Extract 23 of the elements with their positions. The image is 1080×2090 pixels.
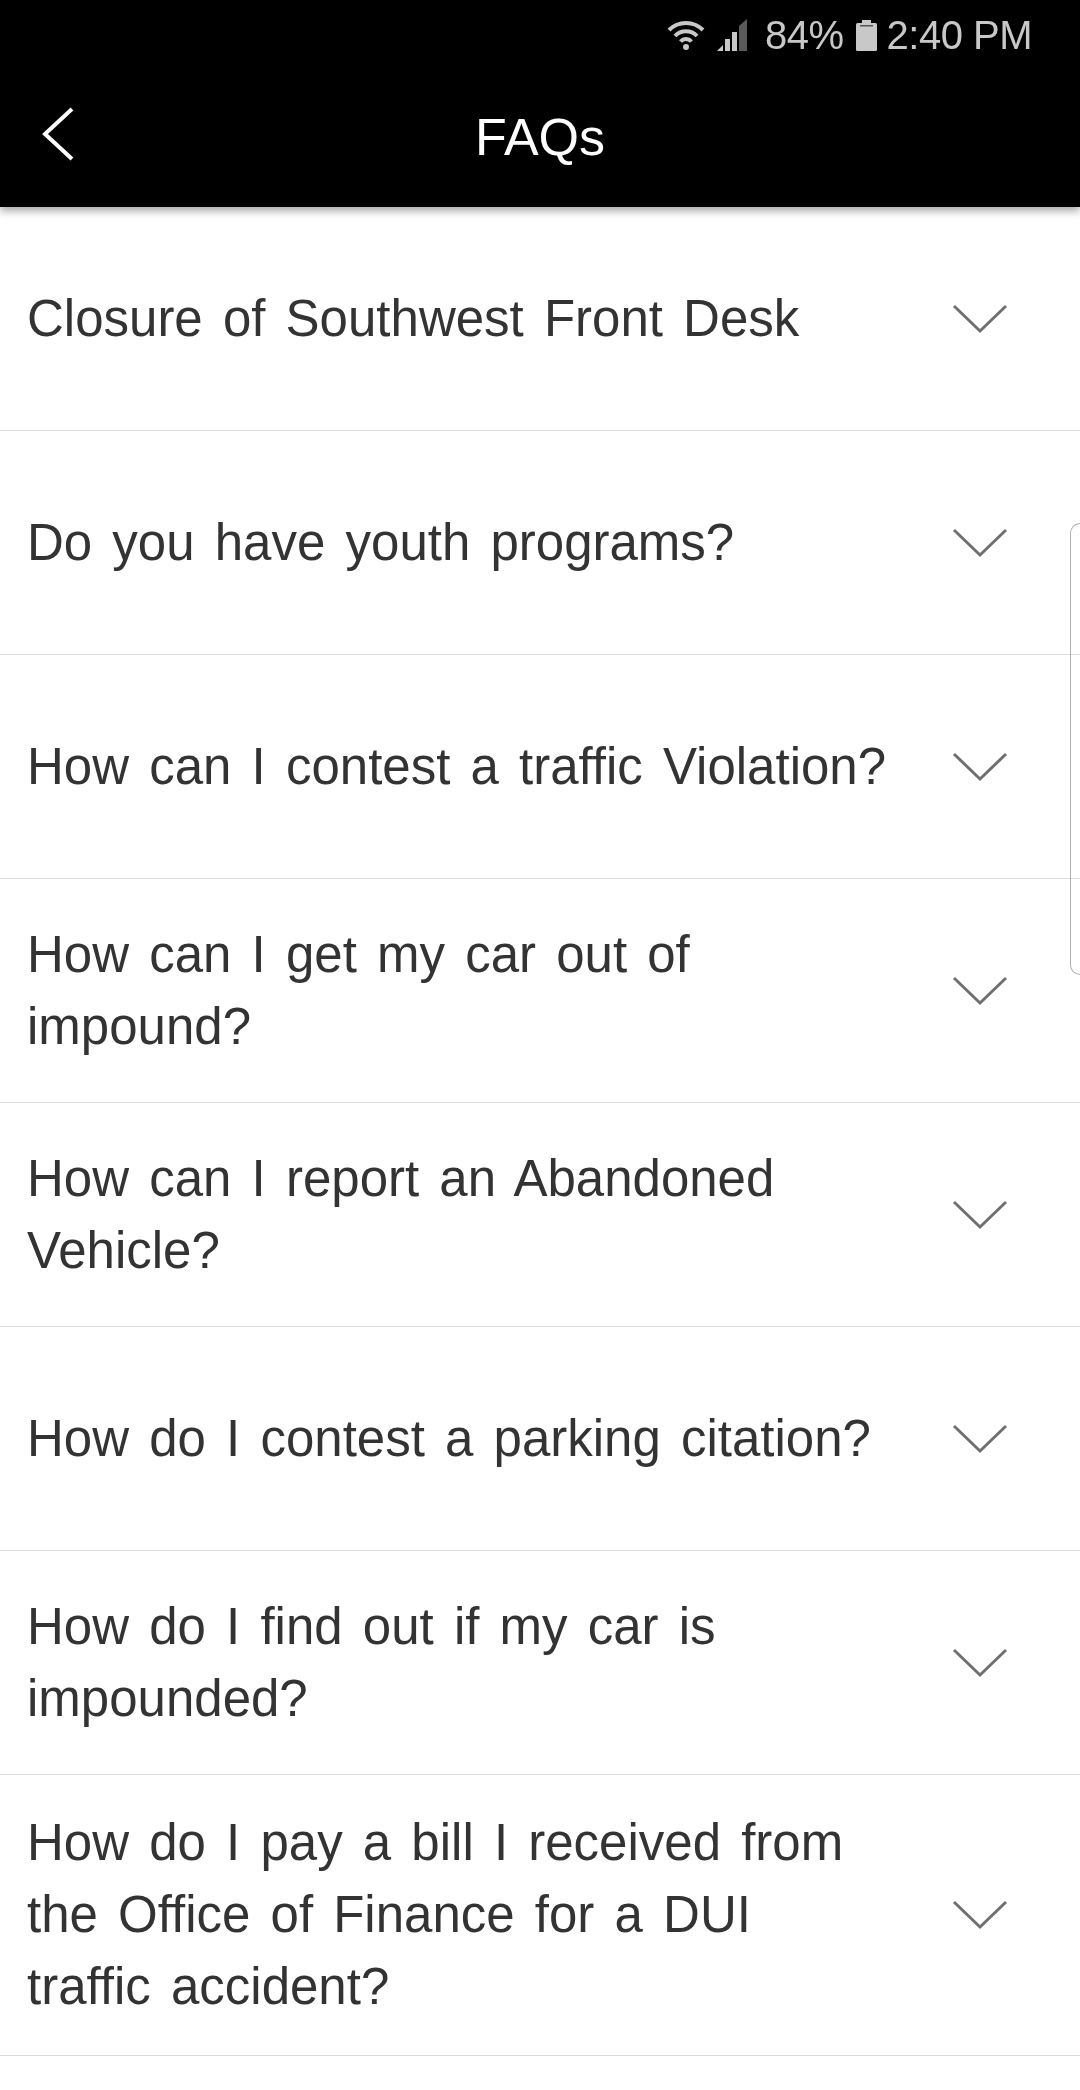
faq-question: How do I pay a bill I received from the Office of Finance for a DUI traffic accident?: [27, 1813, 845, 2017]
faq-question: How do I find out if my car is impounded?: [27, 1596, 717, 1729]
faq-item[interactable]: How do I pay a bill I received from the Office of Finance for a DUI traffic accident?: [0, 1775, 1080, 2056]
faq-question: How can I contest a traffic Violation?: [27, 736, 887, 797]
faq-question: How can I report an Abandoned Vehicle?: [27, 1148, 776, 1281]
faq-item[interactable]: How can I get my car out of impound?: [0, 879, 1080, 1103]
battery-icon: [855, 19, 877, 51]
signal-icon: [716, 19, 747, 51]
battery-percentage: 84%: [764, 15, 844, 55]
faq-question: Closure of Southwest Front Desk: [27, 288, 800, 349]
faq-item[interactable]: How do I contest a parking citation?: [0, 1327, 1080, 1551]
faq-question: How do I contest a parking citation?: [27, 1408, 871, 1469]
faq-question: How can I get my car out of impound?: [27, 924, 691, 1057]
faq-item[interactable]: Do you have youth programs?: [0, 431, 1080, 655]
faq-item[interactable]: How can I report an Abandoned Vehicle?: [0, 1103, 1080, 1327]
back-icon: [42, 107, 74, 161]
faq-item[interactable]: How can I contest a traffic Violation?: [0, 655, 1080, 879]
wifi-icon: [666, 20, 705, 50]
faq-item[interactable]: How do I find out if my car is impounded?: [0, 1551, 1080, 1775]
faq-item[interactable]: Closure of Southwest Front Desk: [0, 207, 1080, 431]
page-title: FAQs: [475, 110, 605, 167]
status-time: 2:40 PM: [886, 15, 1032, 55]
faq-question: Do you have youth programs?: [27, 512, 735, 573]
